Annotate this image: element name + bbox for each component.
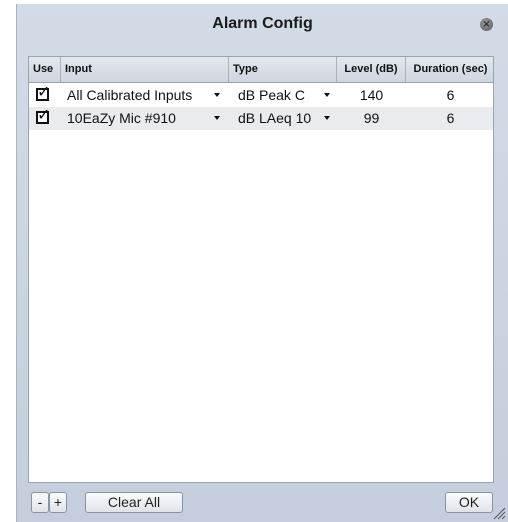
table-row[interactable]: ✓ All Calibrated Inputs dB Peak C 140 6 (29, 84, 493, 107)
table-header: Use Input Type Level (dB) Duration (sec) (29, 57, 493, 83)
checkmark-icon: ✓ (37, 82, 51, 101)
duration-field[interactable]: 6 (406, 107, 495, 130)
type-value: dB Peak C (238, 87, 305, 103)
duration-field[interactable]: 6 (406, 84, 495, 107)
clear-all-button[interactable]: Clear All (85, 492, 183, 513)
chevron-down-icon (324, 93, 330, 97)
input-value: All Calibrated Inputs (67, 87, 193, 103)
type-dropdown[interactable]: dB LAeq 10 (238, 107, 337, 130)
close-icon[interactable]: × (480, 18, 493, 31)
resize-grip-icon[interactable] (492, 506, 506, 520)
remove-row-button[interactable]: - (31, 492, 49, 513)
use-checkbox[interactable]: ✓ (36, 84, 50, 101)
input-dropdown[interactable]: All Calibrated Inputs (67, 84, 229, 107)
type-dropdown[interactable]: dB Peak C (238, 84, 337, 107)
type-value: dB LAeq 10 (238, 110, 312, 126)
chevron-down-icon (324, 116, 330, 120)
checkmark-icon: ✓ (37, 105, 51, 124)
add-row-button[interactable]: + (49, 492, 67, 513)
alarm-table: Use Input Type Level (dB) Duration (sec)… (28, 56, 494, 483)
chevron-down-icon (214, 116, 220, 120)
table-row[interactable]: ✓ 10EaZy Mic #910 dB LAeq 10 99 6 (29, 107, 493, 130)
window-title: Alarm Config (212, 15, 313, 32)
alarm-config-window: Alarm Config × Use Input Type Level (dB)… (16, 4, 508, 522)
level-field[interactable]: 99 (337, 107, 406, 130)
chevron-down-icon (214, 93, 220, 97)
input-dropdown[interactable]: 10EaZy Mic #910 (67, 107, 229, 130)
column-header-duration[interactable]: Duration (sec) (406, 57, 495, 82)
use-checkbox-cell[interactable]: ✓ (29, 84, 61, 107)
ok-button[interactable]: OK (445, 492, 493, 513)
column-header-input[interactable]: Input (61, 57, 229, 82)
column-header-level[interactable]: Level (dB) (337, 57, 406, 82)
use-checkbox-cell[interactable]: ✓ (29, 107, 61, 130)
column-header-use[interactable]: Use (29, 57, 61, 82)
level-field[interactable]: 140 (337, 84, 406, 107)
use-checkbox[interactable]: ✓ (36, 107, 50, 124)
title-bar[interactable]: Alarm Config × (17, 4, 508, 44)
input-value: 10EaZy Mic #910 (67, 110, 176, 126)
column-header-type[interactable]: Type (229, 57, 337, 82)
